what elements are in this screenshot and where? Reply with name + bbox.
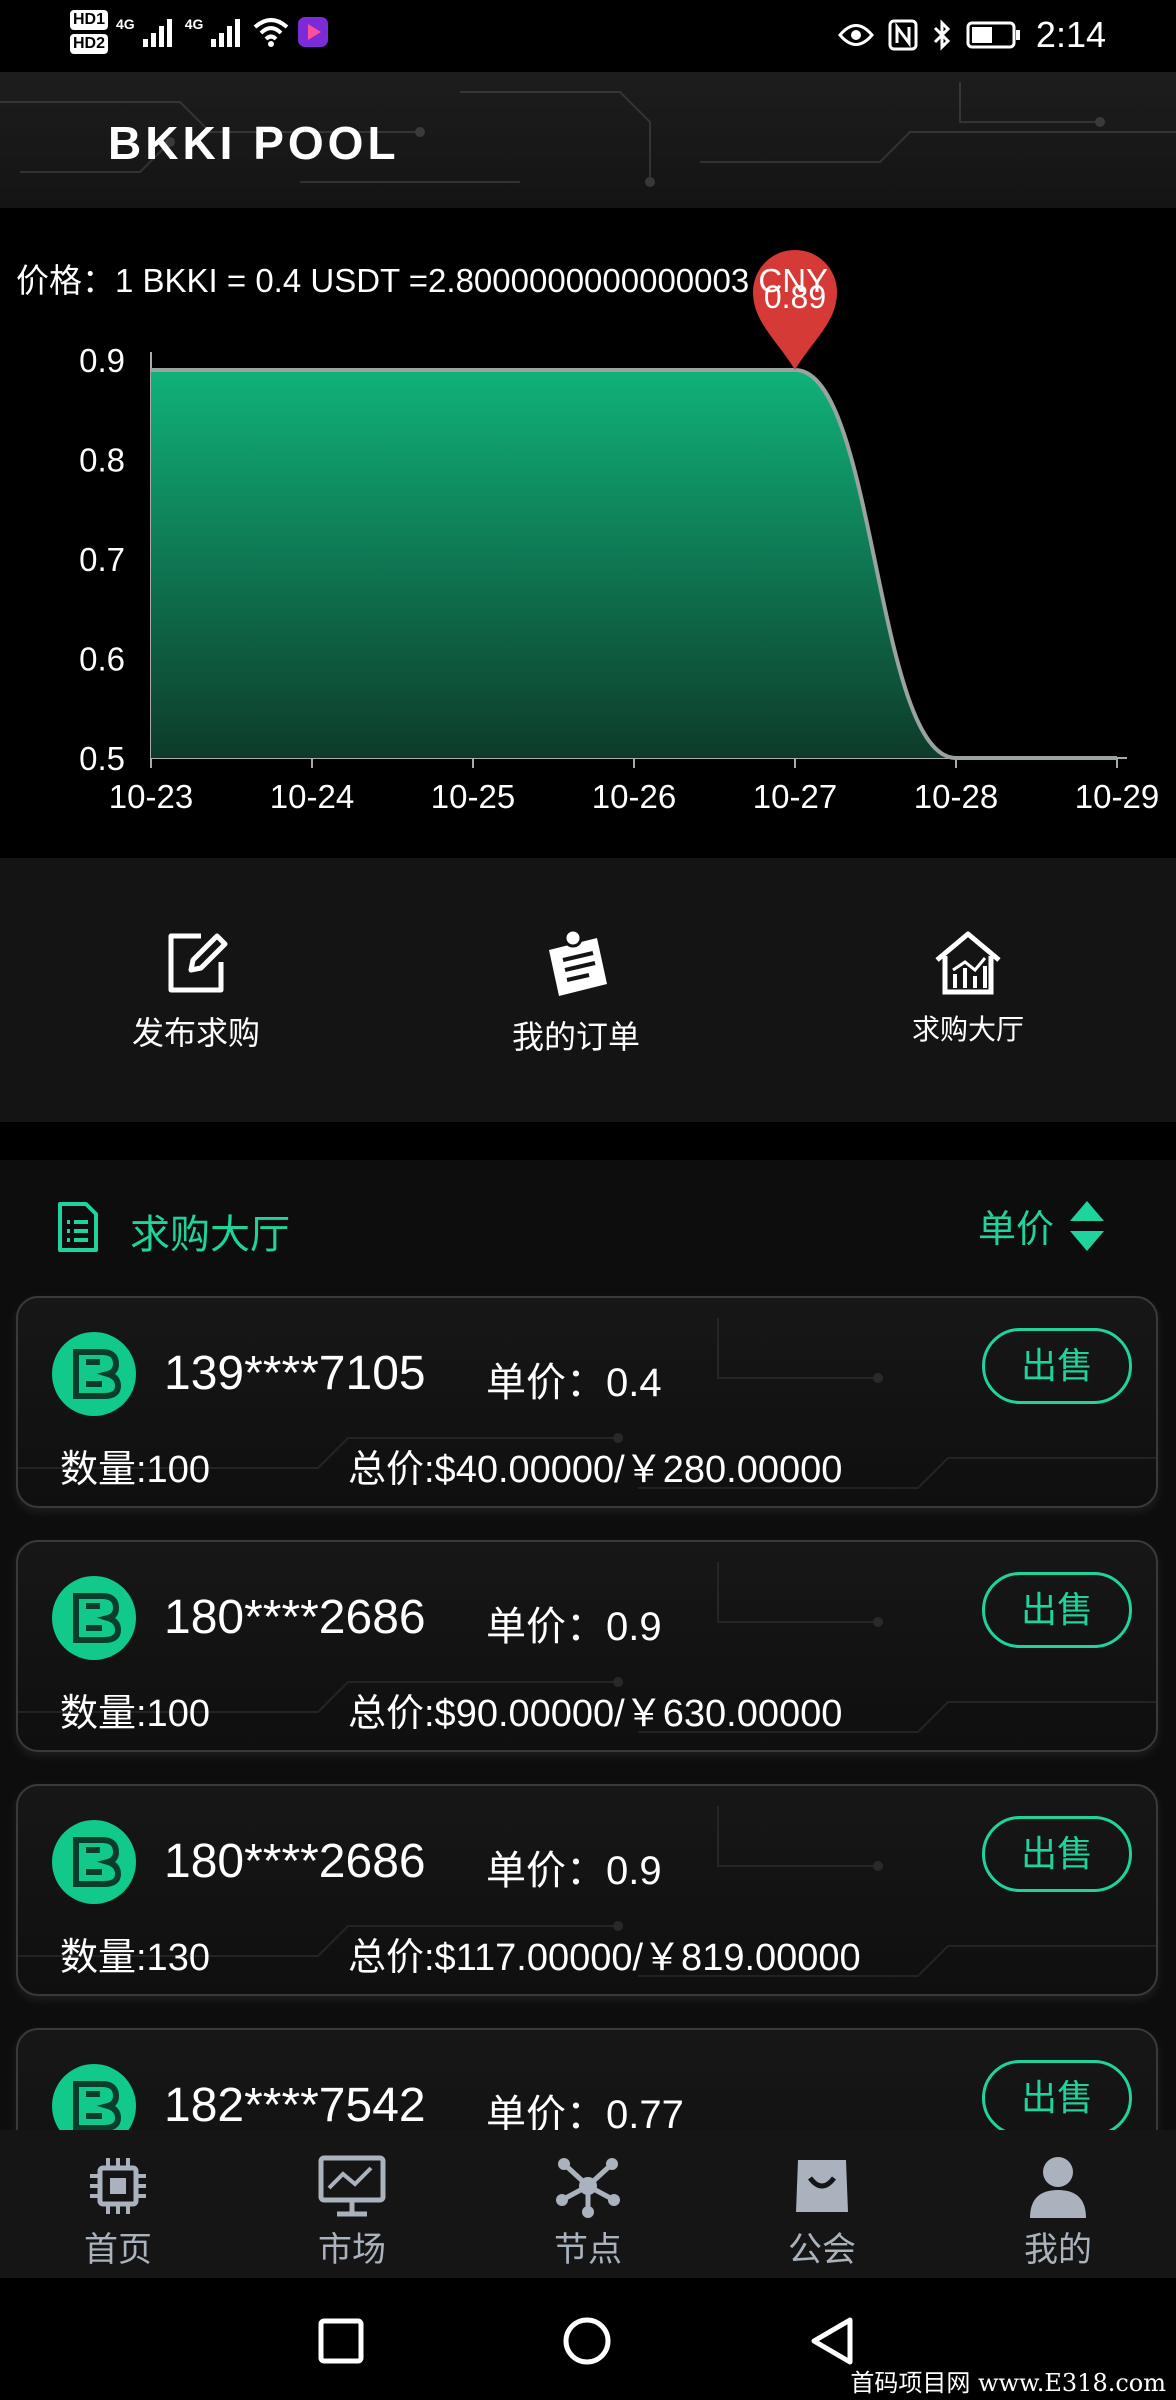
signal-icon xyxy=(211,19,241,47)
watermark: 首码项目网 www.E318.com xyxy=(850,2369,1166,2397)
nav-profile-label: 我的 xyxy=(1024,2231,1092,2269)
x-tick-label: 10-28 xyxy=(914,778,998,815)
signal-icon xyxy=(142,19,172,47)
order-card: 180****2686 单价：0.9 数量:100 总价:$90.00000/￥… xyxy=(16,1540,1158,1752)
nav-home-label: 首页 xyxy=(84,2231,152,2269)
x-tick-label: 10-26 xyxy=(592,778,676,815)
unit-price: 单价：0.9 xyxy=(486,1849,662,1893)
my-orders-button[interactable]: 我的订单 xyxy=(456,928,696,1058)
nav-home[interactable]: 首页 xyxy=(38,2154,198,2271)
bkki-coin-icon xyxy=(52,1820,136,1904)
publish-purchase-label: 发布求购 xyxy=(131,1015,260,1051)
sort-label: 单价 xyxy=(977,1209,1054,1251)
nav-profile[interactable]: 我的 xyxy=(978,2154,1138,2271)
quantity: 数量:100 xyxy=(60,1693,210,1735)
bottom-nav: 首页 市场 节点 公会 我的 xyxy=(0,2130,1176,2278)
order-card: 180****2686 单价：0.9 数量:130 总价:$117.00000/… xyxy=(16,1784,1158,1996)
edit-icon xyxy=(168,933,228,993)
app-title: BKKI POOL xyxy=(108,117,400,169)
status-bar: HD1 HD2 4G 4G 2:14 xyxy=(0,0,1176,72)
network-type-2: 4G xyxy=(184,16,204,32)
document-list-icon xyxy=(58,1202,98,1252)
sell-button[interactable]: 出售 xyxy=(982,1816,1132,1892)
price-area xyxy=(151,369,1117,758)
profile-icon xyxy=(1030,2157,1086,2218)
total-price: 总价:$90.00000/￥630.00000 xyxy=(348,1693,843,1735)
quantity: 数量:100 xyxy=(60,1449,210,1491)
price-chart: 价格：1 BKKI = 0.4 USDT =2.8000000000000003… xyxy=(0,208,1176,858)
nav-guild-label: 公会 xyxy=(788,2231,856,2269)
x-tick-label: 10-24 xyxy=(270,778,354,815)
app-header: BKKI POOL xyxy=(0,72,1176,208)
sell-button[interactable]: 出售 xyxy=(982,2060,1132,2136)
y-tick-label: 0.6 xyxy=(79,641,125,678)
eye-icon xyxy=(837,24,874,46)
nav-market-label: 市场 xyxy=(318,2231,386,2269)
home-circle-icon[interactable] xyxy=(562,2316,612,2366)
bkki-coin-icon xyxy=(52,1576,136,1660)
y-tick-label: 0.9 xyxy=(79,342,125,379)
hd-indicator: HD1 HD2 xyxy=(70,10,109,54)
back-triangle-icon[interactable] xyxy=(808,2316,856,2366)
sort-arrows-icon xyxy=(1070,1200,1104,1251)
buyer-phone: 180****2686 xyxy=(164,1835,426,1888)
hall-title: 求购大厅 xyxy=(130,1213,290,1257)
nav-market[interactable]: 市场 xyxy=(272,2154,432,2271)
nav-node[interactable]: 节点 xyxy=(508,2154,668,2271)
y-tick-label: 0.5 xyxy=(79,740,125,777)
wifi-icon xyxy=(254,18,289,47)
nav-node-label: 节点 xyxy=(554,2231,622,2269)
bkki-coin-icon xyxy=(52,1332,136,1416)
battery-icon xyxy=(966,21,1020,49)
y-tick-label: 0.8 xyxy=(79,442,125,479)
y-tick-label: 0.7 xyxy=(79,541,125,578)
x-tick-label: 10-23 xyxy=(109,778,193,815)
sell-button[interactable]: 出售 xyxy=(982,1328,1132,1404)
action-bar: 发布求购 我的订单 求购大厅 xyxy=(0,858,1176,1122)
price-text: 价格：1 BKKI = 0.4 USDT =2.8000000000000003… xyxy=(16,262,829,299)
chip-icon xyxy=(90,2158,146,2214)
purchase-hall-label: 求购大厅 xyxy=(911,1014,1024,1045)
buyer-phone: 139****7105 xyxy=(164,1347,426,1400)
app-notification-icon xyxy=(298,17,329,47)
hall-icon xyxy=(935,931,1001,995)
my-orders-label: 我的订单 xyxy=(511,1019,640,1055)
orders-icon xyxy=(549,928,607,996)
system-nav-bar: 首码项目网 www.E318.com xyxy=(0,2278,1176,2400)
price-chart-svg: 0.9 0.8 0.7 0.6 0.510-23 10-24 10-25 10-26 10-27… xyxy=(79,249,1159,815)
unit-price: 单价：0.9 xyxy=(486,1605,662,1649)
purchase-hall-section: 求购大厅 单价 139****7105 单价：0.4 数量:100 总价:$40… xyxy=(0,1160,1176,2240)
publish-purchase-button[interactable]: 发布求购 xyxy=(76,928,316,1054)
x-tick-label: 10-25 xyxy=(431,778,515,815)
bluetooth-icon xyxy=(933,19,951,51)
guild-bag-icon xyxy=(796,2160,848,2212)
sort-by-price-button[interactable]: 单价 xyxy=(978,1198,1106,1253)
node-icon xyxy=(556,2158,620,2218)
quantity: 数量:130 xyxy=(60,1937,210,1979)
total-price: 总价:$40.00000/￥280.00000 xyxy=(348,1449,843,1491)
network-type-1: 4G xyxy=(116,16,135,32)
buyer-phone: 182****7542 xyxy=(164,2079,426,2132)
total-price: 总价:$117.00000/￥819.00000 xyxy=(348,1937,861,1979)
x-tick-label: 10-29 xyxy=(1075,778,1159,815)
buyer-phone: 180****2686 xyxy=(164,1591,426,1644)
clock: 2:14 xyxy=(1035,14,1106,55)
purchase-hall-button[interactable]: 求购大厅 xyxy=(848,928,1088,1048)
unit-price: 单价：0.4 xyxy=(486,1361,662,1405)
market-icon xyxy=(318,2155,386,2217)
hall-header: 求购大厅 单价 xyxy=(0,1160,1176,1290)
order-card: 139****7105 单价：0.4 数量:100 总价:$40.00000/￥… xyxy=(16,1296,1158,1508)
x-tick-label: 10-27 xyxy=(753,778,837,815)
nfc-icon xyxy=(888,19,918,51)
recent-apps-icon[interactable] xyxy=(318,2318,364,2364)
nav-guild[interactable]: 公会 xyxy=(742,2154,902,2271)
sell-button[interactable]: 出售 xyxy=(982,1572,1132,1648)
